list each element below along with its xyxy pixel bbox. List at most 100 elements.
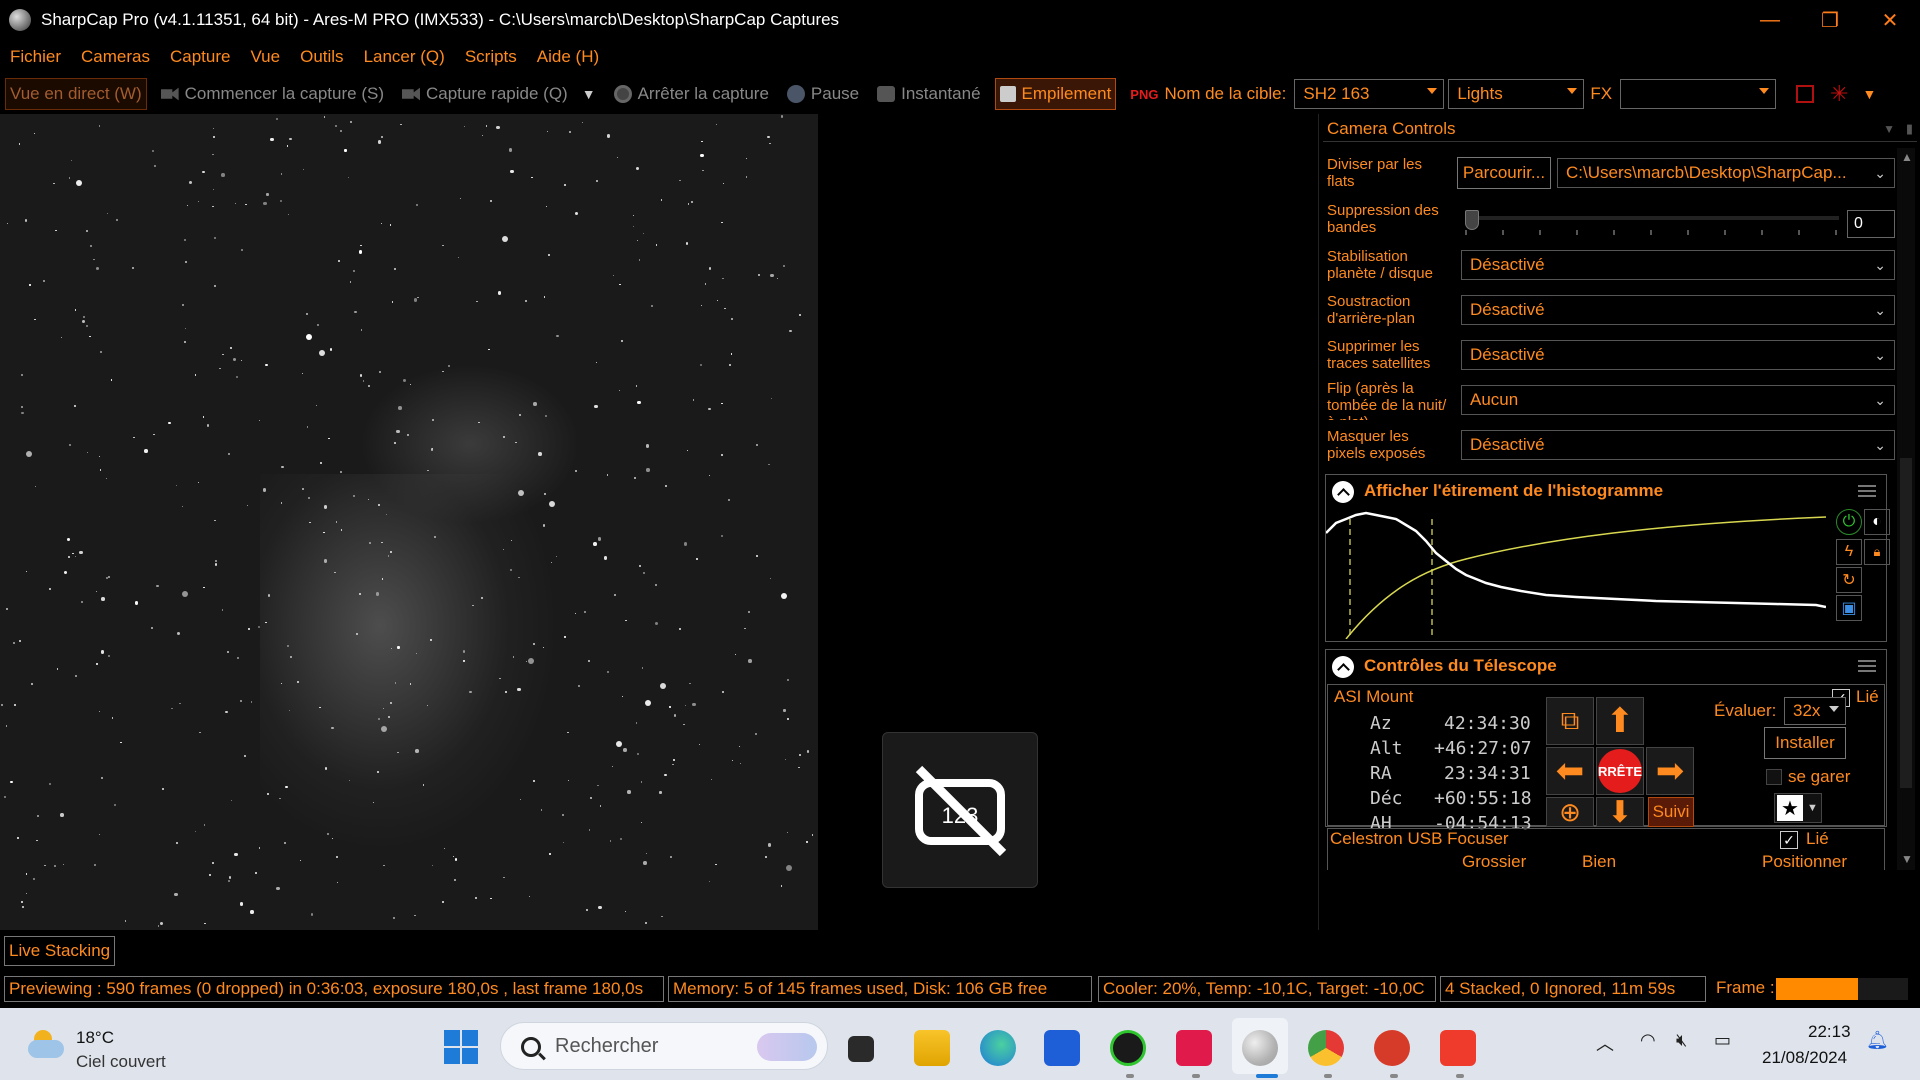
taskbar-search[interactable]: Rechercher	[500, 1022, 828, 1070]
star-point	[478, 421, 480, 423]
stop-button[interactable]: RRÊTE	[1596, 747, 1644, 795]
astro-image[interactable]	[0, 114, 818, 930]
tray-overflow-chevron-icon[interactable]: ︿	[1596, 1030, 1614, 1056]
toolbar-overflow-chevron-icon[interactable]: ▼	[1863, 86, 1877, 102]
maximize-button[interactable]: ❐	[1800, 0, 1860, 40]
star-selector[interactable]: ★ ▼	[1774, 793, 1822, 823]
south-arrow-button[interactable]: ⬇	[1596, 796, 1644, 829]
reset-icon[interactable]: ↻	[1836, 567, 1862, 593]
star-point	[248, 627, 251, 630]
task-view-icon[interactable]	[848, 1036, 874, 1062]
menu-capture[interactable]: Capture	[170, 47, 230, 67]
fx-dropdown[interactable]	[1620, 79, 1777, 109]
target-name-dropdown[interactable]: SH2 163	[1294, 79, 1445, 109]
north-arrow-button[interactable]: ⬆	[1596, 697, 1644, 745]
menu-outils[interactable]: Outils	[300, 47, 343, 67]
power-icon[interactable]: ⏻	[1836, 509, 1862, 535]
install-button[interactable]: Installer	[1764, 727, 1846, 759]
live-view-button[interactable]: Vue en direct (W)	[5, 78, 147, 110]
star-point	[738, 745, 740, 748]
satellite-dropdown[interactable]: Désactivé ⌄	[1461, 340, 1895, 370]
speaker-muted-icon[interactable]: 🔇︎	[1676, 1030, 1687, 1051]
hamburger-menu-icon[interactable]	[1858, 485, 1876, 497]
star-point	[267, 793, 269, 795]
scroll-up-icon[interactable]: ▲	[1901, 150, 1913, 164]
snapshot-button[interactable]: Instantané	[873, 78, 984, 110]
east-arrow-button[interactable]: ➡	[1646, 747, 1694, 795]
rate-dropdown[interactable]: 32x	[1784, 697, 1846, 725]
pin-icon[interactable]: ▮	[1906, 121, 1913, 137]
ccleaner-icon[interactable]	[1374, 1030, 1410, 1066]
chrome-icon[interactable]	[1308, 1030, 1344, 1066]
microsoft-store-icon[interactable]	[1044, 1030, 1080, 1066]
star-point	[26, 451, 33, 458]
weather-description[interactable]: Ciel couvert	[76, 1052, 166, 1072]
frame-counter-disabled-icon[interactable]: 123	[882, 732, 1038, 888]
goto-spiral-button[interactable]: ⧉	[1546, 697, 1594, 745]
save-icon[interactable]: ▣	[1836, 595, 1862, 621]
menu-aide[interactable]: Aide (H)	[537, 47, 599, 67]
edge-browser-icon[interactable]	[980, 1030, 1016, 1066]
flats-path-dropdown[interactable]: C:\Users\marcb\Desktop\SharpCap... ⌄	[1557, 158, 1895, 188]
park-checkbox[interactable]	[1766, 769, 1782, 785]
frame-type-dropdown[interactable]: Lights	[1448, 79, 1585, 109]
close-button[interactable]: ✕	[1860, 0, 1920, 40]
quick-capture-button[interactable]: Capture rapide (Q) ▼	[398, 78, 600, 110]
stabilisation-dropdown[interactable]: Désactivé ⌄	[1461, 250, 1895, 280]
contrast-icon[interactable]: ◐	[1864, 509, 1890, 535]
scrollbar-thumb[interactable]	[1900, 458, 1912, 788]
notification-bell-icon[interactable]: 🔔︎	[1866, 1030, 1889, 1051]
menu-vue[interactable]: Vue	[250, 47, 280, 67]
star-point	[383, 865, 385, 867]
banding-slider-thumb[interactable]	[1465, 210, 1479, 230]
browse-button[interactable]: Parcourir...	[1457, 157, 1551, 189]
hamburger-menu-icon[interactable]	[1858, 660, 1876, 672]
phd-guiding-icon[interactable]	[1110, 1030, 1146, 1066]
live-stacking-tab[interactable]: Live Stacking	[4, 936, 116, 966]
menu-scripts[interactable]: Scripts	[465, 47, 517, 67]
lightning-icon[interactable]: ϟ	[1836, 539, 1862, 565]
background-dropdown[interactable]: Désactivé ⌄	[1461, 295, 1895, 325]
histogram-plot[interactable]	[1326, 509, 1826, 639]
panel-menu-chevron-icon[interactable]: ▼	[1883, 122, 1895, 136]
menu-lancer[interactable]: Lancer (Q)	[364, 47, 445, 67]
star-point	[171, 707, 173, 710]
windows-start-icon[interactable]	[444, 1030, 478, 1064]
stacking-button[interactable]: Empilement	[994, 78, 1117, 110]
center-target-button[interactable]: ⊕	[1546, 797, 1594, 827]
crosshair-red-icon[interactable]: ✳	[1830, 81, 1848, 107]
chevron-down-icon[interactable]: ▼	[582, 86, 596, 102]
flip-dropdown[interactable]: Aucun ⌄	[1461, 385, 1895, 415]
clock-date[interactable]: 21/08/2024	[1762, 1048, 1847, 1068]
scroll-down-icon[interactable]: ▼	[1901, 852, 1913, 866]
clock-time[interactable]: 22:13	[1808, 1022, 1851, 1042]
track-button[interactable]: Suivi	[1648, 797, 1694, 827]
wifi-icon[interactable]: ◠	[1640, 1030, 1656, 1051]
mask-dropdown[interactable]: Désactivé ⌄	[1461, 430, 1895, 460]
pause-button[interactable]: Pause	[783, 78, 863, 110]
panel-scrollbar[interactable]: ▲ ▼	[1897, 148, 1915, 870]
focuser-linked-checkbox[interactable]: ✓	[1780, 831, 1798, 849]
star-point	[81, 319, 86, 324]
minimize-button[interactable]: —	[1740, 0, 1800, 40]
west-arrow-button[interactable]: ⬅	[1546, 747, 1594, 795]
start-capture-button[interactable]: Commencer la capture (S)	[157, 78, 388, 110]
banding-slider[interactable]	[1465, 210, 1839, 240]
partly-cloudy-icon[interactable]	[28, 1030, 64, 1058]
menu-fichier[interactable]: Fichier	[10, 47, 61, 67]
stop-capture-button[interactable]: Arrêter la capture	[610, 78, 773, 110]
battery-icon[interactable]: ▭	[1714, 1030, 1731, 1051]
png-icon[interactable]: PNG	[1130, 87, 1158, 102]
image-preview-area[interactable]: 123	[0, 114, 1318, 930]
menu-cameras[interactable]: Cameras	[81, 47, 150, 67]
star-point	[279, 797, 281, 800]
weather-temperature[interactable]: 18°C	[76, 1028, 114, 1048]
astro-app-icon[interactable]	[1176, 1030, 1212, 1066]
rectangle-select-icon[interactable]	[1796, 85, 1815, 103]
star-point	[567, 731, 569, 734]
banding-value-field[interactable]: 0	[1847, 210, 1895, 238]
lock-icon[interactable]: 🔒︎	[1864, 539, 1890, 565]
running-indicator	[1256, 1074, 1278, 1078]
anydesk-icon[interactable]	[1440, 1030, 1476, 1066]
file-explorer-icon[interactable]	[914, 1030, 950, 1066]
